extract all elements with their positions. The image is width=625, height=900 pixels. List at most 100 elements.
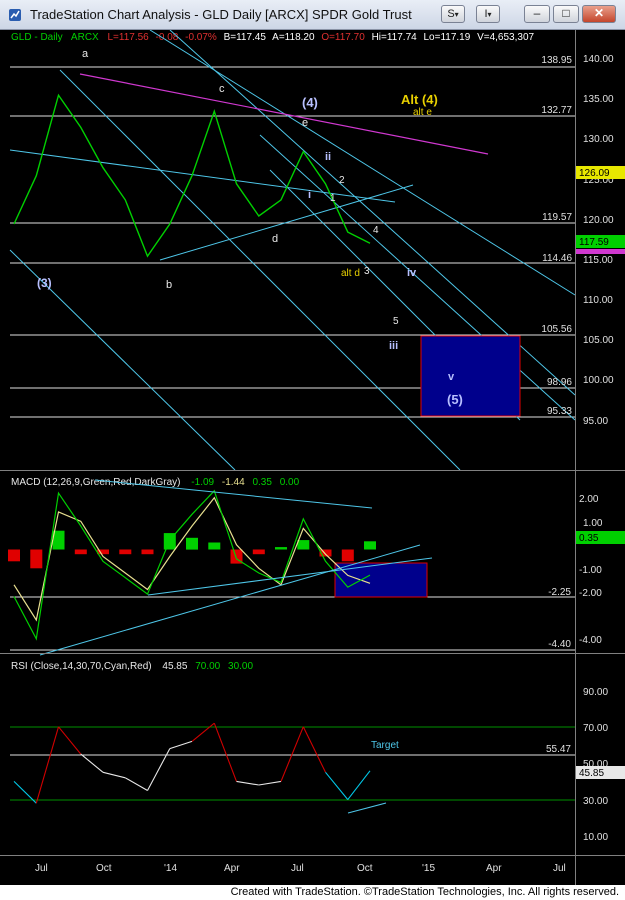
wave-label-v: v [448, 371, 455, 383]
wave-label-b: b [166, 279, 172, 291]
wave-label-i: i [308, 189, 311, 201]
macd-signal-line [13, 496, 371, 622]
price-flag-last: 117.59 [579, 237, 609, 248]
rsi-overbought-value: 70.00 [195, 661, 220, 672]
price-symbol: GLD - Daily [11, 32, 63, 43]
maximize-button[interactable]: □ [553, 5, 579, 23]
macd-histogram-bar [30, 549, 43, 569]
rsi-segment [125, 777, 148, 791]
rsi-segment [302, 726, 326, 773]
price-tick-105: 105.00 [583, 335, 614, 346]
wave-label-alt-4: Alt (4) [401, 92, 438, 107]
rsi-segment [102, 771, 126, 779]
macd-histogram-bar [252, 549, 265, 555]
close-button[interactable]: ✕ [582, 5, 616, 23]
macd-level-label-4-40: -4.40 [548, 639, 571, 650]
wave-label-3-minor: 3 [364, 266, 370, 277]
rsi-tick-70: 70.00 [583, 723, 608, 734]
price-tick-95: 95.00 [583, 416, 608, 427]
rsi-header: RSI (Close,14,30,70,Cyan,Red) [11, 661, 152, 672]
level-label-119-57: 119.57 [542, 212, 572, 223]
macd-tick-m1: -1.00 [579, 565, 602, 576]
level-label-138-95: 138.95 [541, 55, 572, 66]
macd-target-box [334, 562, 428, 598]
price-change-pct: -0.07% [185, 32, 217, 43]
wave-label-4: (4) [302, 95, 318, 110]
rsi-tick-90: 90.00 [583, 687, 608, 698]
macd-histogram-bar [208, 542, 221, 550]
rsi-segment [258, 780, 282, 786]
rsi-segment [58, 726, 82, 755]
wave-label-iv: iv [407, 267, 417, 279]
level-label-114-46: 114.46 [542, 253, 572, 264]
macd-tick-2: 2.00 [579, 494, 599, 505]
x-tick-jul-13: Jul [35, 863, 48, 874]
wave-label-ii: ii [325, 151, 331, 163]
x-tick-jul-14: Jul [291, 863, 304, 874]
price-tick-100: 100.00 [583, 375, 614, 386]
macd-histogram-bar [297, 540, 310, 550]
price-tick-135: 135.00 [583, 94, 614, 105]
macd-histogram-bar [74, 549, 87, 555]
price-flag-magenta [576, 249, 625, 254]
price-tick-130: 130.00 [583, 134, 614, 145]
macd-histogram-bar [8, 549, 20, 562]
macd-histogram-bar [119, 549, 132, 555]
chart-canvas[interactable]: GLD - Daily ARCX L=117.56 -0.08 -0.07% B… [0, 29, 625, 885]
x-tick-oct-14: Oct [357, 863, 373, 874]
rsi-segment [280, 726, 304, 782]
x-tick-oct-13: Oct [96, 863, 112, 874]
level-label-132-77: 132.77 [541, 105, 572, 116]
wave-label-a: a [82, 48, 89, 60]
macd-signal-value: -1.44 [222, 477, 245, 488]
price-flag-other: 126.09 [579, 168, 610, 179]
rsi-segment [325, 771, 349, 800]
minimize-button[interactable]: – [524, 5, 550, 23]
macd-flag: 0.35 [579, 533, 599, 544]
macd-zero-value: 0.00 [280, 477, 300, 488]
x-tick-15: '15 [422, 863, 435, 874]
chart-area[interactable]: GLD - Daily ARCX L=117.56 -0.08 -0.07% B… [0, 29, 625, 885]
wave-label-5: 5 [393, 316, 399, 327]
x-tick-apr-14: Apr [224, 863, 240, 874]
svg-text:GLD - Daily ARCX L: GLD - Daily ARCX L=117.56 -0.08 -0.07% B… [11, 32, 535, 43]
rsi-flag: 45.85 [579, 768, 604, 779]
rsi-segment [169, 740, 193, 750]
level-label-95-33: 95.33 [547, 406, 572, 417]
price-change: -0.08 [156, 32, 179, 43]
price-low: Lo=117.19 [423, 32, 470, 43]
price-target-box [420, 335, 521, 417]
rsi-segment [80, 753, 104, 773]
wave-label-1: 1 [330, 193, 336, 204]
symbol-link-button[interactable]: S▾ [441, 5, 465, 23]
x-tick-jul-15: Jul [553, 863, 566, 874]
rsi-value: 45.85 [162, 661, 187, 672]
wave-label-d: d [272, 233, 278, 245]
wave-label-4-minor: 4 [373, 225, 379, 236]
macd-tick-m4: -4.00 [579, 635, 602, 646]
macd-tick-1: 1.00 [583, 518, 603, 529]
rsi-segment [213, 723, 238, 782]
level-label-98-96: 98.96 [547, 377, 572, 388]
macd-histogram-bar [275, 547, 287, 550]
footer: Created with TradeStation. ©TradeStation… [0, 885, 625, 900]
x-tick-apr-15: Apr [486, 863, 502, 874]
price-last: L=117.56 [108, 32, 150, 43]
macd-value: -1.09 [191, 477, 214, 488]
price-high: Hi=117.74 [372, 32, 418, 43]
macd-histogram-bar [186, 537, 198, 550]
rsi-segment [191, 722, 215, 742]
macd-level-label-2-25: -2.25 [548, 587, 571, 598]
price-open: O=117.70 [321, 32, 365, 43]
interval-link-button[interactable]: I▾ [476, 5, 500, 23]
rsi-tick-30: 30.00 [583, 796, 608, 807]
price-tick-120: 120.00 [583, 215, 614, 226]
rsi-segment [236, 780, 259, 786]
wave-label-3: (3) [37, 276, 52, 290]
price-bid: B=117.45 [224, 32, 267, 43]
svg-text:RSI (Close,14,30,70,Cyan,Red): RSI (Close,14,30,70,Cyan,Red) 45.85 70.0… [11, 661, 253, 672]
macd-histogram-bar [341, 549, 354, 562]
wave-label-e: e [302, 117, 308, 129]
macd-histogram-bar [364, 541, 376, 550]
wave-label-iii: iii [389, 340, 398, 352]
